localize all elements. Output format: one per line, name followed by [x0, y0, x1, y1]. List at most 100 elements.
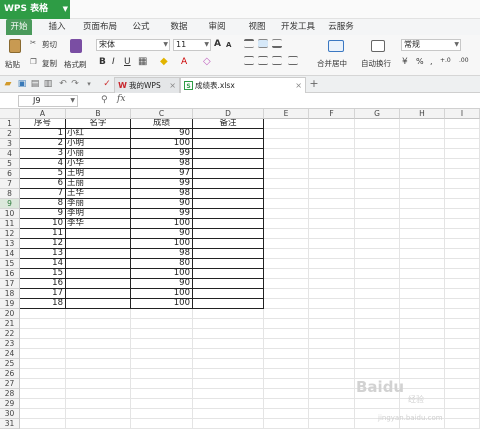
table-cell[interactable]: 6	[20, 179, 66, 189]
row-header[interactable]: 26	[0, 369, 20, 379]
table-cell[interactable]	[264, 419, 309, 429]
table-cell[interactable]	[400, 279, 445, 289]
table-cell[interactable]	[355, 149, 400, 159]
table-cell[interactable]: 90	[131, 199, 193, 209]
table-cell[interactable]	[66, 269, 131, 279]
table-cell[interactable]	[131, 359, 193, 369]
table-cell[interactable]	[193, 329, 264, 339]
table-cell[interactable]	[309, 299, 355, 309]
tab-my-wps[interactable]: W 我的WPS ×	[114, 77, 180, 93]
table-cell[interactable]	[400, 269, 445, 279]
table-cell[interactable]: 4	[20, 159, 66, 169]
copy-button[interactable]: ❐ 复制	[30, 57, 62, 68]
table-cell[interactable]: 100	[131, 269, 193, 279]
row-header[interactable]: 18	[0, 289, 20, 299]
table-cell[interactable]	[355, 319, 400, 329]
table-cell[interactable]	[309, 169, 355, 179]
row-header[interactable]: 11	[0, 219, 20, 229]
table-cell[interactable]	[20, 309, 66, 319]
row-header[interactable]: 4	[0, 149, 20, 159]
app-menu-button[interactable]: WPS 表格 ▼	[0, 0, 70, 19]
table-cell[interactable]	[355, 329, 400, 339]
table-cell[interactable]	[66, 389, 131, 399]
align-center-icon[interactable]	[258, 56, 268, 65]
table-cell[interactable]	[355, 219, 400, 229]
column-header[interactable]: E	[264, 109, 309, 119]
table-cell[interactable]: 小华	[66, 159, 131, 169]
number-format-select[interactable]: 常规 ▼	[401, 39, 461, 51]
table-cell[interactable]	[193, 189, 264, 199]
table-cell[interactable]	[193, 339, 264, 349]
table-cell[interactable]: 5	[20, 169, 66, 179]
table-cell[interactable]	[66, 419, 131, 429]
row-header[interactable]: 3	[0, 139, 20, 149]
table-cell[interactable]	[309, 309, 355, 319]
table-cell[interactable]	[193, 379, 264, 389]
table-cell[interactable]	[66, 309, 131, 319]
table-header-cell[interactable]: 序号	[20, 119, 66, 129]
borders-icon[interactable]: ▦	[138, 56, 147, 67]
table-cell[interactable]	[264, 139, 309, 149]
table-cell[interactable]	[400, 229, 445, 239]
table-cell[interactable]	[355, 199, 400, 209]
table-cell[interactable]	[309, 389, 355, 399]
increase-decimal-button[interactable]: +.0	[440, 57, 451, 64]
table-cell[interactable]	[131, 399, 193, 409]
table-cell[interactable]	[193, 299, 264, 309]
table-cell[interactable]: 98	[131, 189, 193, 199]
table-cell[interactable]: 100	[131, 239, 193, 249]
table-cell[interactable]	[20, 329, 66, 339]
table-cell[interactable]	[445, 359, 480, 369]
table-cell[interactable]	[309, 269, 355, 279]
table-cell[interactable]	[309, 149, 355, 159]
table-cell[interactable]	[445, 279, 480, 289]
table-cell[interactable]	[309, 349, 355, 359]
table-cell[interactable]	[309, 289, 355, 299]
row-header[interactable]: 30	[0, 409, 20, 419]
table-cell[interactable]	[66, 289, 131, 299]
underline-button[interactable]: U	[124, 57, 131, 67]
table-cell[interactable]: 14	[20, 259, 66, 269]
table-cell[interactable]	[309, 119, 355, 129]
table-cell[interactable]	[66, 349, 131, 359]
table-cell[interactable]	[400, 349, 445, 359]
spreadsheet-grid[interactable]: A B C D E F G H I 1 序号 名字 成绩 备注 2 1 小红 90 3 2 小明 100 4 3 小丽 99 5 4 小…	[0, 109, 480, 431]
close-icon[interactable]: ×	[169, 78, 176, 93]
table-cell[interactable]	[309, 259, 355, 269]
row-header[interactable]: 17	[0, 279, 20, 289]
table-cell[interactable]	[309, 339, 355, 349]
table-cell[interactable]: 小丽	[66, 149, 131, 159]
table-cell[interactable]	[264, 129, 309, 139]
zoom-icon[interactable]: ⚲	[101, 95, 108, 105]
table-cell[interactable]	[264, 329, 309, 339]
table-cell[interactable]	[66, 279, 131, 289]
undo-icon[interactable]: ↶	[58, 79, 68, 89]
table-cell[interactable]	[193, 219, 264, 229]
table-cell[interactable]	[309, 409, 355, 419]
row-header[interactable]: 16	[0, 269, 20, 279]
customize-dropdown-icon[interactable]: ▾	[84, 79, 94, 89]
table-cell[interactable]	[193, 269, 264, 279]
table-cell[interactable]	[355, 309, 400, 319]
table-cell[interactable]	[445, 119, 480, 129]
table-cell[interactable]	[309, 159, 355, 169]
table-cell[interactable]: 7	[20, 189, 66, 199]
table-cell[interactable]	[193, 389, 264, 399]
table-cell[interactable]	[20, 339, 66, 349]
table-cell[interactable]	[193, 359, 264, 369]
table-cell[interactable]	[193, 239, 264, 249]
table-cell[interactable]: 99	[131, 149, 193, 159]
table-cell[interactable]	[66, 319, 131, 329]
table-cell[interactable]	[309, 319, 355, 329]
row-header[interactable]: 9	[0, 199, 20, 209]
table-cell[interactable]	[20, 399, 66, 409]
table-cell[interactable]	[131, 369, 193, 379]
column-header[interactable]: C	[131, 109, 193, 119]
table-cell[interactable]	[445, 319, 480, 329]
table-cell[interactable]	[355, 359, 400, 369]
table-cell[interactable]	[20, 409, 66, 419]
row-header[interactable]: 12	[0, 229, 20, 239]
table-cell[interactable]	[131, 339, 193, 349]
table-cell[interactable]	[445, 219, 480, 229]
table-cell[interactable]	[309, 369, 355, 379]
